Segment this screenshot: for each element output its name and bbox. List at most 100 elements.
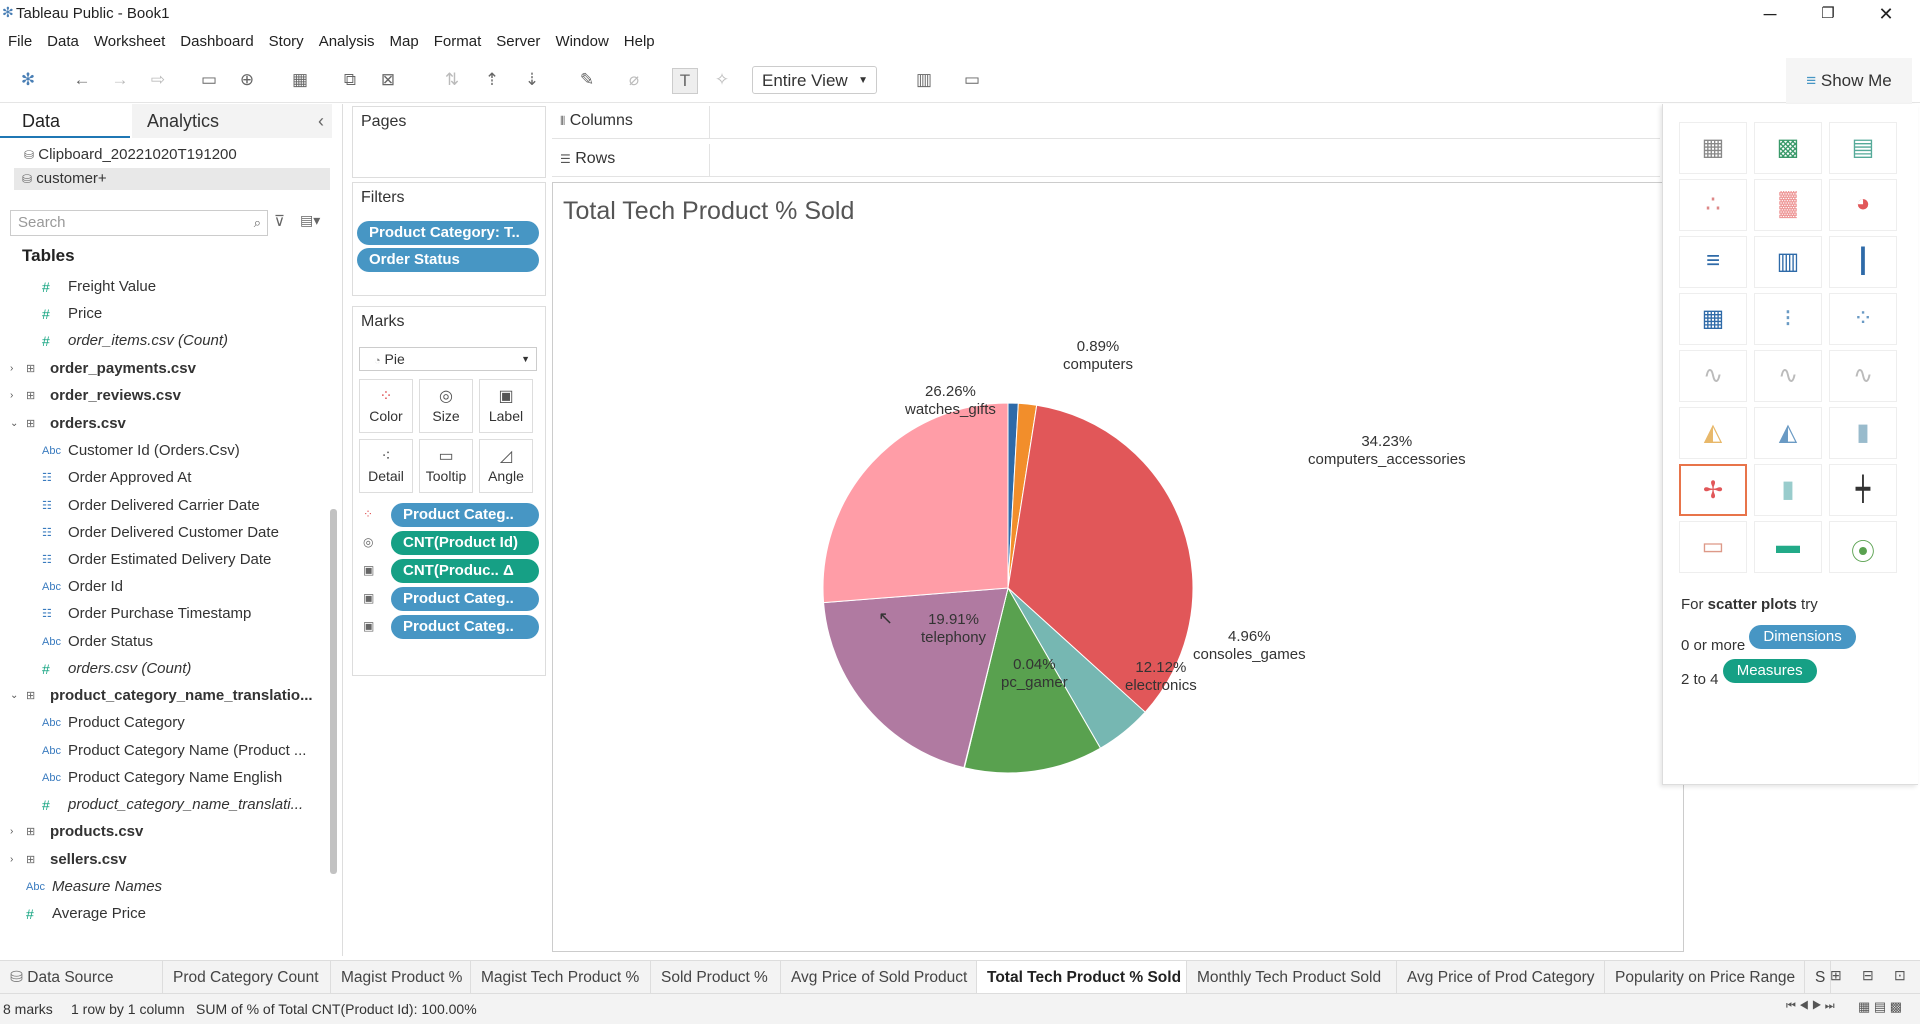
chart-type-dual-lines[interactable]: ∿ xyxy=(1829,350,1897,402)
highlight-icon[interactable]: ✎ xyxy=(575,68,599,92)
chart-type-dual-combination[interactable]: ▮ xyxy=(1829,407,1897,459)
sheet-nav-icons[interactable]: ⏮ ◀ ▶ ⏭ xyxy=(1786,1000,1835,1013)
table-item[interactable]: ⌄ ⊞ orders.csv xyxy=(0,411,325,437)
chart-type-circle-views[interactable]: ⁝ xyxy=(1754,293,1822,345)
tab-data[interactable]: Data xyxy=(0,104,130,138)
save-icon[interactable]: ▭ xyxy=(197,68,221,92)
chevron-right-icon[interactable]: › xyxy=(10,383,13,409)
menu-map[interactable]: Map xyxy=(390,33,419,50)
chart-type-horizontal-bars[interactable]: ≡ xyxy=(1679,236,1747,288)
chevron-right-icon[interactable]: › xyxy=(10,819,13,845)
chart-type-lines-continuous[interactable]: ∿ xyxy=(1679,350,1747,402)
close-icon[interactable]: ✕ xyxy=(1858,0,1914,28)
sheet-tab[interactable]: Magist Product % xyxy=(331,961,471,994)
menu-window[interactable]: Window xyxy=(555,33,608,50)
sheet-tab[interactable]: Monthly Tech Product Sold xyxy=(1187,961,1397,994)
label-encoding-icon[interactable]: ▣ xyxy=(363,619,377,633)
new-dashboard-tab-icon[interactable]: ⊟ xyxy=(1862,967,1874,984)
field-item[interactable]: # order_items.csv (Count) xyxy=(0,328,325,354)
chart-type-gantt-chart[interactable]: ▭ xyxy=(1679,521,1747,573)
rows-shelf[interactable]: ☰ Rows xyxy=(552,144,1660,177)
sheet-tab[interactable]: Avg Price of Sold Product xyxy=(781,961,977,994)
field-item[interactable]: ☷ Order Delivered Carrier Date xyxy=(0,493,325,519)
replay-icon[interactable]: ⇨ xyxy=(146,68,170,92)
menu-format[interactable]: Format xyxy=(434,33,482,50)
menu-story[interactable]: Story xyxy=(269,33,304,50)
fix-axes-icon[interactable]: ✧ xyxy=(710,68,734,92)
new-worksheet-icon[interactable]: ▦ xyxy=(288,68,312,92)
tab-data-source[interactable]: ⛁ Data Source xyxy=(0,961,163,994)
field-item[interactable]: ☷ Order Purchase Timestamp xyxy=(0,601,325,627)
chart-type-area-discrete[interactable]: ◭ xyxy=(1754,407,1822,459)
presentation-mode-icon[interactable]: ▭ xyxy=(960,68,984,92)
chart-type-side-by-side-bars[interactable]: ┃ xyxy=(1829,236,1897,288)
field-item[interactable]: Abc Order Id xyxy=(0,574,325,600)
marks-pill[interactable]: Product Categ.. xyxy=(391,503,539,527)
label-encoding-icon[interactable]: ▣ xyxy=(363,591,377,605)
field-list-scrollbar[interactable] xyxy=(330,509,337,874)
color-button[interactable]: ⁘ Color xyxy=(359,379,413,433)
size-button[interactable]: ◎ Size xyxy=(419,379,473,433)
field-item[interactable]: # Price xyxy=(0,301,325,327)
swap-icon[interactable]: ⇅ xyxy=(440,68,464,92)
field-item[interactable]: # Freight Value xyxy=(0,274,325,300)
menu-file[interactable]: File xyxy=(8,33,32,50)
chevron-down-icon[interactable]: ⌄ xyxy=(10,411,18,437)
datasource-clipboard[interactable]: ⛁ Clipboard_20221020T191200 xyxy=(24,144,237,166)
tableau-home-icon[interactable]: ✻ xyxy=(16,68,40,92)
datasource-customer[interactable]: ⛁ customer+ xyxy=(14,168,330,190)
table-item[interactable]: › ⊞ products.csv xyxy=(0,819,325,845)
chevron-right-icon[interactable]: › xyxy=(10,356,13,382)
view-canvas[interactable]: Total Tech Product % Sold 0.89% computers… xyxy=(552,182,1684,952)
label-button[interactable]: ▣ Label xyxy=(479,379,533,433)
view-options-icon[interactable]: ▤▾ xyxy=(300,212,320,229)
marks-pill[interactable]: Product Categ.. xyxy=(391,587,539,611)
chart-type-pie-chart-type[interactable]: ◕ xyxy=(1829,179,1897,231)
field-item[interactable]: Abc Product Category Name (Product ... xyxy=(0,738,325,764)
field-item[interactable]: # orders.csv (Count) xyxy=(0,656,325,682)
collapse-pane-icon[interactable]: ‹ xyxy=(318,104,324,138)
sheet-tab[interactable]: S xyxy=(1805,961,1831,994)
size-encoding-icon[interactable]: ◎ xyxy=(363,535,377,549)
sheet-tab[interactable]: Popularity on Price Range xyxy=(1605,961,1805,994)
menu-analysis[interactable]: Analysis xyxy=(319,33,375,50)
show-cards-icon[interactable]: ▥ xyxy=(912,68,936,92)
menu-help[interactable]: Help xyxy=(624,33,655,50)
group-icon[interactable]: ⌀ xyxy=(622,68,646,92)
chart-type-bullet-graph[interactable]: ▬ xyxy=(1754,521,1822,573)
field-item[interactable]: Abc Product Category xyxy=(0,710,325,736)
menu-server[interactable]: Server xyxy=(496,33,540,50)
filter-icon[interactable]: ⊽ xyxy=(274,212,285,230)
chevron-right-icon[interactable]: › xyxy=(10,847,13,873)
show-me-button[interactable]: ≡ Show Me xyxy=(1786,58,1912,104)
fit-dropdown[interactable]: Entire View ▼ xyxy=(752,66,877,94)
new-story-tab-icon[interactable]: ⊡ xyxy=(1894,967,1906,984)
mark-type-dropdown[interactable]: ◔ Pie ▼ xyxy=(359,347,537,371)
chart-type-highlight-table[interactable]: ▤ xyxy=(1829,122,1897,174)
redo-icon[interactable]: → xyxy=(108,68,132,92)
chart-type-treemap[interactable]: ▦ xyxy=(1679,293,1747,345)
detail-button[interactable]: ⁖ Detail xyxy=(359,439,413,493)
chart-type-histogram[interactable]: ▮ xyxy=(1754,464,1822,516)
chart-type-heat-map[interactable]: ▩ xyxy=(1754,122,1822,174)
show-labels-icon[interactable]: T xyxy=(672,68,698,94)
chart-type-area-continuous[interactable]: ◭ xyxy=(1679,407,1747,459)
menu-worksheet[interactable]: Worksheet xyxy=(94,33,165,50)
field-item[interactable]: ☷ Order Delivered Customer Date xyxy=(0,520,325,546)
label-encoding-icon[interactable]: ▣ xyxy=(363,563,377,577)
columns-shelf[interactable]: ⦀ Columns xyxy=(552,106,1660,139)
table-item[interactable]: › ⊞ order_payments.csv xyxy=(0,356,325,382)
minimize-icon[interactable]: ─ xyxy=(1742,0,1798,28)
sheet-tab[interactable]: Total Tech Product % Sold xyxy=(977,961,1187,994)
chart-type-stacked-bars[interactable]: ▥ xyxy=(1754,236,1822,288)
field-item[interactable]: ☷ Order Estimated Delivery Date xyxy=(0,547,325,573)
sheet-view-icons[interactable]: ▦ ▤ ▩ xyxy=(1858,999,1902,1015)
chart-type-text-table[interactable]: ▦ xyxy=(1679,122,1747,174)
chart-type-box-and-whisker[interactable]: ┿ xyxy=(1829,464,1897,516)
sheet-tab[interactable]: Prod Category Count xyxy=(163,961,331,994)
tooltip-button[interactable]: ▭ Tooltip xyxy=(419,439,473,493)
menu-data[interactable]: Data xyxy=(47,33,79,50)
chart-type-side-by-side-circles[interactable]: ⁘ xyxy=(1829,293,1897,345)
sheet-tab[interactable]: Avg Price of Prod Category xyxy=(1397,961,1605,994)
field-item[interactable]: # product_category_name_translati... xyxy=(0,792,325,818)
